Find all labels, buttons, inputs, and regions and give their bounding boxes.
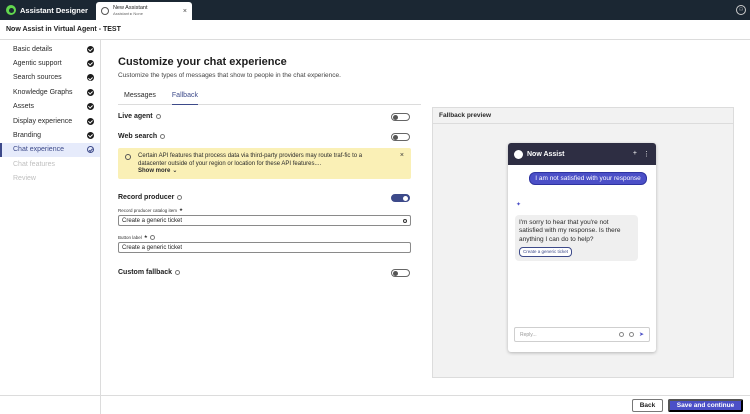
sidebar-item-review: Review [0,172,100,186]
live-agent-row: Live agent [118,113,161,120]
top-bar: Assistant Designer New Assistant Assista… [0,0,750,20]
plus-icon[interactable]: + [633,150,637,158]
custom-fallback-toggle[interactable] [391,269,410,277]
link-icon[interactable] [618,332,624,337]
assistant-message-bubble: I'm sorry to hear that you're not satisf… [515,215,638,261]
catalog-item-value: Create a generic ticket [122,217,183,224]
show-more-label: Show more [138,168,171,174]
tab-close-icon[interactable]: × [183,8,187,15]
required-icon: ★ [143,234,148,239]
sidebar-item-assets[interactable]: Assets [0,100,100,114]
web-search-toggle[interactable] [391,133,410,141]
button-label-row: Button label ★ [118,234,155,240]
user-avatar-icon[interactable]: ⚇ [736,5,746,15]
sidebar-item-label: Search sources [13,74,62,82]
sidebar-item-label: Display experience [13,117,73,125]
info-circle-icon [125,154,131,160]
catalog-item-label-row: Record producer catalog item ★ [118,207,183,213]
save-and-continue-button[interactable]: Save and continue [668,399,743,412]
send-icon[interactable]: ➤ [639,331,644,338]
search-icon[interactable] [403,218,407,223]
catalog-item-field[interactable]: Create a generic ticket [118,215,411,226]
web-search-row: Web search [118,133,166,140]
tab-messages[interactable]: Messages [124,92,156,105]
warning-text: Certain API features that process data v… [138,153,363,167]
check-circle-icon [87,132,94,140]
emoji-icon[interactable] [628,332,634,337]
sidebar-item-label: Chat experience [13,146,64,154]
sidebar-item-knowledge-graphs[interactable]: Knowledge Graphs [0,85,100,99]
fallback-preview-panel: Fallback preview Now Assist + ⋮ I am not… [432,107,734,378]
sidebar-item-label: Knowledge Graphs [13,88,73,96]
section-subtitle: Customize the types of messages that sho… [118,72,341,79]
custom-fallback-label: Custom fallback [118,269,173,276]
record-producer-label: Record producer [118,194,175,201]
page-title: Now Assist in Virtual Agent - TEST [0,20,750,40]
servicenow-logo-icon [6,5,16,15]
back-button[interactable]: Back [632,399,663,412]
tab-subtitle: Assistant ▸ None [112,11,143,17]
sparkle-icon: ✦ [516,202,522,208]
check-circle-icon [87,103,94,111]
browser-tab-new-assistant[interactable]: New Assistant Assistant ▸ None × [95,2,192,20]
chat-window: Now Assist + ⋮ I am not satisfied with y… [508,143,656,352]
sidebar-item-agentic-support[interactable]: Agentic support [0,56,100,70]
button-label-label: Button label [118,234,142,240]
record-producer-toggle[interactable] [391,194,410,202]
globe-icon [100,7,109,15]
brand[interactable]: Assistant Designer [0,0,96,20]
info-icon[interactable] [160,134,166,139]
catalog-item-label: Record producer catalog item [118,207,178,213]
chat-title: Now Assist [527,150,565,158]
check-circle-icon [87,60,94,68]
sidebar-item-label: Assets [13,103,35,111]
button-label-value: Create a generic ticket [122,244,183,251]
sidebar-item-label: Branding [13,132,42,140]
show-more-link[interactable]: Show more ⌄ [138,168,391,176]
in-progress-icon [87,146,94,154]
more-menu-icon[interactable]: ⋮ [643,150,650,158]
sidebar: Basic details Agentic support Search sou… [0,40,101,414]
sidebar-item-search-sources[interactable]: Search sources [0,71,100,85]
sidebar-item-label: Review [13,175,36,183]
now-assist-logo-icon [514,149,523,159]
sidebar-item-label: Agentic support [13,60,62,68]
check-circle-icon [87,45,94,53]
sidebar-item-basic-details[interactable]: Basic details [0,42,100,56]
sidebar-item-label: Basic details [13,45,53,53]
web-search-label: Web search [118,133,158,140]
reply-input[interactable]: Reply... ➤ [514,327,650,342]
sidebar-item-label: Chat features [13,160,56,168]
live-agent-toggle[interactable] [391,113,410,121]
reply-placeholder: Reply... [520,331,537,338]
chat-header: Now Assist + ⋮ [508,143,656,165]
sidebar-item-chat-features: Chat features [0,157,100,171]
live-agent-label: Live agent [118,113,153,120]
info-icon[interactable] [149,234,155,240]
check-circle-icon [87,88,94,96]
info-icon[interactable] [175,270,181,275]
create-ticket-chip[interactable]: Create a generic ticket [519,247,573,258]
preview-heading: Fallback preview [433,108,733,124]
sidebar-item-chat-experience[interactable]: Chat experience [0,142,100,158]
custom-fallback-row: Custom fallback [118,269,181,276]
tab-fallback[interactable]: Fallback [171,92,198,105]
api-warning-banner: Certain API features that process data v… [118,148,411,179]
user-message-bubble: I am not satisfied with your response [529,172,647,185]
warning-close-icon[interactable]: × [400,152,404,161]
brand-name: Assistant Designer [20,5,88,15]
check-circle-icon [87,117,94,125]
required-icon: ★ [179,207,184,212]
tab-bar: Messages Fallback [118,92,421,105]
info-icon[interactable] [177,195,183,200]
record-producer-row: Record producer [118,194,183,201]
sidebar-item-display-experience[interactable]: Display experience [0,114,100,128]
assistant-message-text: I'm sorry to hear that you're not satisf… [519,219,621,243]
check-circle-icon [87,74,94,82]
sidebar-item-branding[interactable]: Branding [0,128,100,142]
chevron-down-icon: ⌄ [172,168,178,174]
button-label-field[interactable]: Create a generic ticket [118,242,411,253]
section-title: Customize your chat experience [118,56,287,68]
info-icon[interactable] [155,114,161,119]
